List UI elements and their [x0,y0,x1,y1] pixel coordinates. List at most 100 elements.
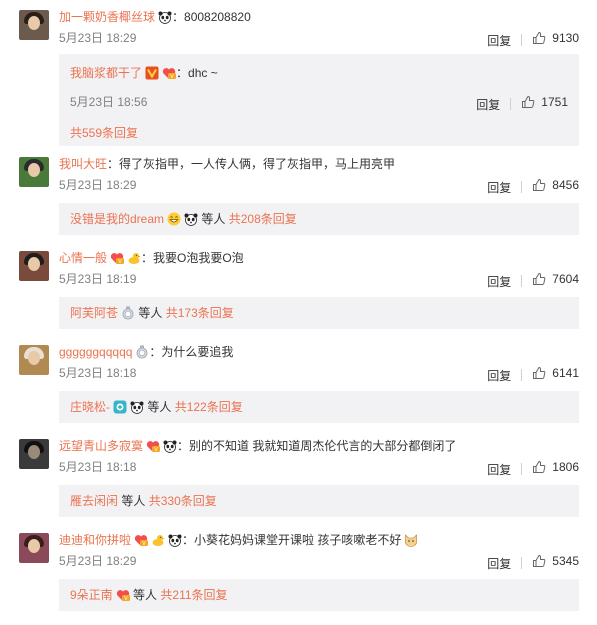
comment-username[interactable]: 心情一般 [59,251,107,265]
view-all-replies[interactable]: 庄晓松- 等人 共122条回复 [70,398,243,416]
reply-button[interactable]: 回复 [487,181,511,195]
view-all-replies[interactable]: 9朵正南 等人 共211条回复 [70,586,228,604]
comment-username[interactable]: 远望青山多寂寞 [59,439,143,453]
grin-emoji-icon [167,212,181,226]
reply-button[interactable]: 回复 [487,275,511,289]
avatar[interactable] [19,345,49,375]
view-all-replies[interactable]: 共559条回复 [70,124,138,142]
reply-button[interactable]: 回复 [487,557,511,571]
sub-reply-username[interactable]: 阿芙阿苍 [70,306,118,320]
avatar[interactable] [19,439,49,469]
sub-reply-username[interactable]: 我脑浆都干了 [70,66,142,80]
like-button[interactable]: 5345 [532,553,579,569]
sub-reply-text: ：dhc ~ [176,66,218,80]
others-label: 等人 [201,212,226,226]
avatar[interactable] [19,533,49,563]
like-button[interactable]: 6141 [532,365,579,381]
like-button[interactable]: 9130 [532,30,579,46]
camera-badge-icon [113,400,127,414]
others-label: 等人 [133,588,158,602]
sub-reply-button[interactable]: 回复 [476,98,500,112]
comment-line: 迪迪和你拼啦 ：小葵花妈妈课堂开课啦 孩子咳嗽老不好 [59,531,418,549]
sub-reply-username[interactable]: 没错是我的dream [70,212,164,226]
view-all-replies[interactable]: 雁去闲闲 等人 共330条回复 [70,492,217,510]
view-all-replies[interactable]: 阿芙阿苍 等人 共173条回复 [70,304,234,322]
others-label: 等人 [121,494,146,508]
thumbs-up-icon [532,178,546,192]
divider [521,275,523,287]
sub-reply-box: 雁去闲闲 等人 共330条回复 [59,485,579,517]
others-label: 等人 [147,400,172,414]
like-count: 5345 [552,554,579,568]
comment-meta: 5月23日 18:19 回复 7604 [59,271,579,289]
sub-reply-username[interactable]: 9朵正南 [70,588,113,602]
sub-reply-date: 5月23日 18:56 [70,95,148,109]
comment-item: 迪迪和你拼啦 ：小葵花妈妈课堂开课啦 孩子咳嗽老不好 5月23日 18:29 回复… [0,531,597,613]
comment-text: ：得了灰指甲，一人传人俩，得了灰指甲，马上用亮甲 [107,157,396,171]
comment-date: 5月23日 18:29 [59,554,137,568]
comment-username[interactable]: 加一颗奶香椰丝球 [59,10,155,24]
reply-total-link[interactable]: 共173条回复 [166,306,234,320]
comment-item: ggggggqqqqq ：为什么要追我 5月23日 18:18 回复 6141 庄晓… [0,343,597,425]
avatar[interactable] [19,251,49,281]
comment-date: 5月23日 18:18 [59,460,137,474]
reply-button[interactable]: 回复 [487,463,511,477]
avatar[interactable] [19,10,49,40]
comment-date: 5月23日 18:18 [59,366,137,380]
like-count: 6141 [552,366,579,380]
divider [521,369,523,381]
panda-emoji-icon [163,439,177,453]
avatar[interactable] [19,157,49,187]
comment-username[interactable]: 我叫大旺 [59,157,107,171]
view-all-replies[interactable]: 没错是我的dream 等人 共208条回复 [70,210,297,228]
like-count: 8456 [552,178,579,192]
fan-badge-icon [110,251,124,265]
comment-username[interactable]: 迪迪和你拼啦 [59,533,131,547]
like-button[interactable]: 8456 [532,177,579,193]
sub-reply-box: 庄晓松- 等人 共122条回复 [59,391,579,423]
comment-item: 心情一般 ：我要O泡我要O泡 5月23日 18:19 回复 7604 阿芙阿苍 等人… [0,249,597,331]
fan-badge-icon [146,439,160,453]
comment-meta: 5月23日 18:29 回复 8456 [59,177,579,195]
comment-text: ：我要O泡我要O泡 [141,251,244,265]
reply-total-link[interactable]: 共122条回复 [175,400,243,414]
thumbs-up-icon [532,366,546,380]
reply-total-link[interactable]: 共559条回复 [70,126,138,140]
sub-reply-box: 没错是我的dream 等人 共208条回复 [59,203,579,235]
sub-like-button[interactable]: 1751 [521,93,568,111]
comment-line: 心情一般 ：我要O泡我要O泡 [59,249,244,267]
comment-line: 远望青山多寂寞 ：别的不知道 我就知道周杰伦代言的大部分都倒闭了 [59,437,456,455]
comment-line: ggggggqqqqq ：为什么要追我 [59,343,233,361]
divider [521,34,523,46]
divider [521,463,523,475]
sub-reply-box: 我脑浆都干了 ：dhc ~ 5月23日 18:56 回复 1751 共559条回复 [59,54,579,146]
sub-reply-username[interactable]: 雁去闲闲 [70,494,118,508]
comment-meta: 5月23日 18:29 回复 9130 [59,30,579,48]
reply-total-link[interactable]: 共330条回复 [149,494,217,508]
comment-date: 5月23日 18:29 [59,31,137,45]
like-button[interactable]: 7604 [532,271,579,287]
vip-badge-icon [145,66,159,80]
comment-meta: 5月23日 18:29 回复 5345 [59,553,579,571]
comment-username[interactable]: ggggggqqqqq [59,345,132,359]
sub-like-count: 1751 [541,95,568,109]
comment-text: ：为什么要追我 [149,345,234,359]
reply-total-link[interactable]: 共211条回复 [160,588,227,602]
thumbs-up-icon [532,31,546,45]
reply-button[interactable]: 回复 [487,369,511,383]
like-button[interactable]: 1806 [532,459,579,475]
fan-badge-icon [134,533,148,547]
fan-badge-icon [116,588,130,602]
reply-button[interactable]: 回复 [487,34,511,48]
sub-reply-username[interactable]: 庄晓松- [70,400,110,414]
comment-date: 5月23日 18:29 [59,178,137,192]
reply-total-link[interactable]: 共208条回复 [229,212,297,226]
medal-badge-icon [121,306,135,320]
like-count: 9130 [552,31,579,45]
panda-emoji-icon [130,400,144,414]
sub-reply-box: 9朵正南 等人 共211条回复 [59,579,579,611]
like-count: 1806 [552,460,579,474]
duck-emoji-icon [151,533,165,547]
comment-line: 我叫大旺：得了灰指甲，一人传人俩，得了灰指甲，马上用亮甲 [59,155,395,173]
thumbs-up-icon [532,460,546,474]
